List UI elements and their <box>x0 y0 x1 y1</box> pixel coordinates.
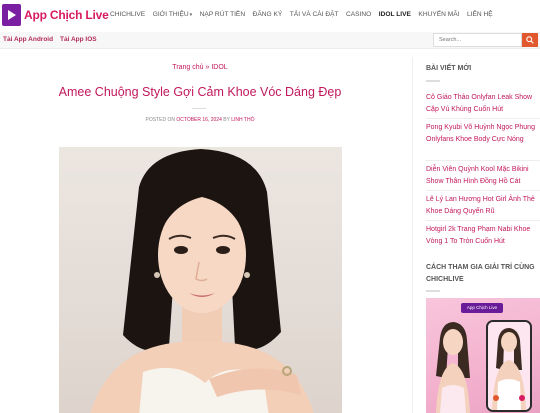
nav-item-label: GIỚI THIỆU <box>152 11 189 18</box>
list-divider <box>426 118 540 119</box>
breadcrumb-home-link[interactable]: Trang chủ <box>172 64 203 71</box>
phone-mockup <box>486 320 532 412</box>
logo-text: App Chịch Live <box>24 8 109 22</box>
search-input[interactable] <box>433 33 522 47</box>
recent-posts-heading: BÀI VIẾT MỚI <box>426 65 472 72</box>
main-nav: CHICHLIVE GIỚI THIỆU▾ NẠP RÚT TIỀN ĐĂNG … <box>110 11 500 18</box>
sidebar-divider <box>412 57 413 413</box>
android-download-link[interactable]: Tải App Android <box>3 36 53 43</box>
featured-image <box>59 147 342 413</box>
title-divider <box>192 108 206 109</box>
ios-download-link[interactable]: Tải App IOS <box>60 36 97 43</box>
nav-item-khuyen-mai[interactable]: KHUYẾN MÃI <box>418 11 459 18</box>
nav-item-nap-rut-tien[interactable]: NẠP RÚT TIỀN <box>200 11 245 18</box>
recent-post-link[interactable]: Diễn Viên Quỳnh Kool Mặc Bikini Show Thâ… <box>426 164 540 188</box>
breadcrumb-category-link[interactable]: IDOL <box>211 64 227 71</box>
site-logo[interactable]: App Chịch Live <box>2 4 109 26</box>
nav-item-tai-va-cai-dat[interactable]: TẢI VÀ CÀI ĐẶT <box>290 11 339 18</box>
author-link[interactable]: LINH THỎ <box>231 117 254 123</box>
guide-heading: CÁCH THAM GIA GIẢI TRÍ CÙNG CHICHLIVE <box>426 264 535 283</box>
recent-post-link[interactable]: Hotgirl 2k Trang Phạm Nabi Khoe Vòng 1 T… <box>426 224 540 248</box>
nav-item-idol-live[interactable]: IDOL LIVE <box>379 11 411 18</box>
recent-post-link[interactable]: Cô Giáo Thảo Onlyfan Leak Show Cặp Vú Kh… <box>426 92 540 116</box>
recent-post-link[interactable]: Pong Kyubi Võ Huỳnh Ngọc Phụng Onlyfans … <box>426 122 540 146</box>
play-logo-icon <box>2 4 21 26</box>
list-divider <box>426 220 540 221</box>
meta-posted-label: POSTED ON <box>145 117 177 123</box>
meta-by-label: BY <box>221 117 232 123</box>
promo-logo: App Chịch Live <box>461 303 503 313</box>
chevron-down-icon: ▾ <box>189 12 193 18</box>
nav-item-gioi-thieu[interactable]: GIỚI THIỆU▾ <box>153 11 192 18</box>
nav-item-casino[interactable]: CASINO <box>346 11 371 18</box>
search-icon <box>526 36 534 44</box>
breadcrumb: Trang chủ » IDOL <box>0 64 400 71</box>
page-title: Amee Chuộng Style Gợi Cảm Khoe Vóc Dáng … <box>58 85 342 99</box>
recent-post-link[interactable]: Lê Lý Lan Hương Hot Girl Ảnh Thẻ Khoe Dá… <box>426 194 540 218</box>
post-meta: POSTED ON OCTOBER 16, 2024 BY LINH THỎ <box>0 117 400 123</box>
site-header: App Chịch Live CHICHLIVE GIỚI THIỆU▾ NẠP… <box>0 0 540 32</box>
nav-item-lien-he[interactable]: LIÊN HỆ <box>467 11 493 18</box>
phone-screen-illustration <box>488 322 530 410</box>
heading-underline <box>426 80 440 82</box>
portrait-illustration <box>90 149 314 413</box>
list-divider <box>426 160 540 161</box>
list-divider <box>426 190 540 191</box>
promo-banner[interactable]: App Chịch Live <box>426 298 540 413</box>
search-button[interactable] <box>522 33 538 47</box>
heading-underline <box>426 290 440 292</box>
nav-item-dang-ky[interactable]: ĐĂNG KÝ <box>253 11 283 18</box>
post-date-link[interactable]: OCTOBER 16, 2024 <box>176 117 222 123</box>
promo-model-illustration <box>436 322 470 413</box>
nav-item-chichlive[interactable]: CHICHLIVE <box>110 11 145 18</box>
